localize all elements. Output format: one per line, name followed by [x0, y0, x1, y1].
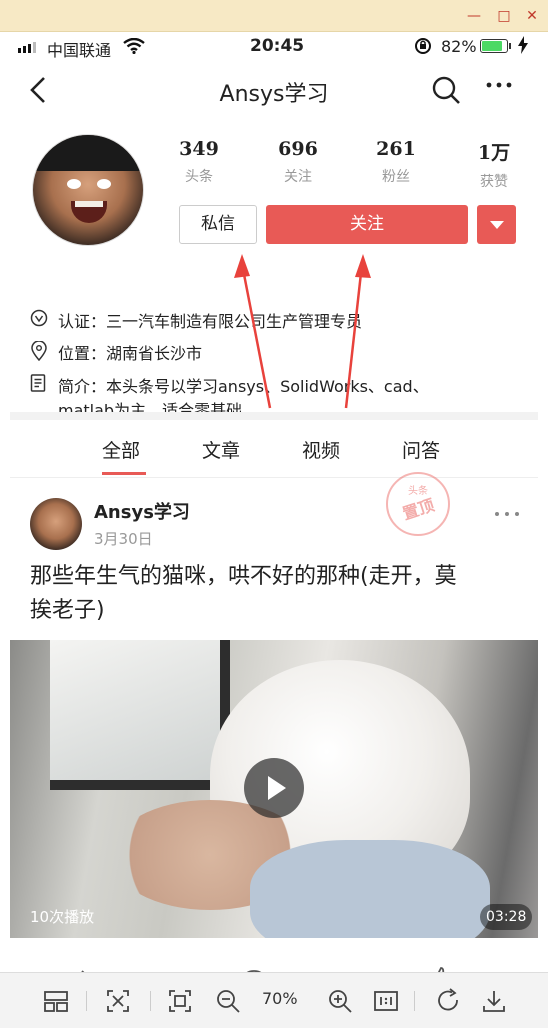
fit-width-icon[interactable] [104, 987, 132, 1015]
phone-screen: 中国联通 20:45 82% Ansys学习 349 头条 696 关注 261… [10, 32, 538, 972]
post-title-line2: 挨老子) [30, 598, 105, 623]
minimize-icon[interactable]: — [464, 6, 484, 26]
stat-label: 头条 [185, 169, 213, 185]
stat-value: 696 [278, 138, 318, 160]
stat-articles[interactable]: 349 头条 [159, 138, 239, 186]
tab-qa[interactable]: 问答 [402, 436, 440, 463]
intro-text-line1: 简介：本头条号以学习ansys、SolidWorks、cad、 [58, 377, 429, 396]
follow-button[interactable]: 关注 [266, 205, 468, 244]
post-date: 3月30日 [94, 530, 153, 548]
stat-value: 261 [376, 138, 416, 160]
post-card[interactable]: Ansys学习 3月30日 头条 置顶 那些年生气的猫咪，哄不好的那种(走开，莫… [10, 472, 538, 972]
stat-label: 关注 [284, 169, 312, 185]
verified-icon [30, 309, 48, 327]
certification-text: 认证：三一汽车制造有限公司生产管理专员 [58, 312, 363, 331]
stat-label: 粉丝 [382, 169, 410, 185]
stat-value: 1万 [477, 142, 511, 164]
download-icon[interactable] [480, 987, 508, 1015]
viewer-toolbar: 70% [0, 972, 548, 1028]
video-window-frame [50, 640, 230, 790]
video-views: 10次播放 [30, 908, 95, 926]
tab-videos[interactable]: 视频 [302, 436, 340, 463]
post-author-avatar[interactable] [30, 498, 82, 550]
post-title-line1: 那些年生气的猫咪，哄不好的那种(走开，莫 [30, 564, 457, 589]
play-icon[interactable] [244, 758, 304, 818]
message-button[interactable]: 私信 [179, 205, 257, 244]
video-duration: 03:28 [480, 904, 533, 930]
rotate-icon[interactable] [434, 987, 462, 1015]
charging-icon [518, 36, 528, 58]
video-sleeve [250, 840, 490, 938]
zoom-in-icon[interactable] [326, 987, 354, 1015]
window-title-bar: — □ ✕ [0, 0, 548, 32]
stat-followers[interactable]: 261 粉丝 [356, 138, 436, 186]
video-thumbnail[interactable]: 10次播放 03:28 [10, 640, 538, 938]
zoom-out-icon[interactable] [214, 987, 242, 1015]
actual-size-icon[interactable] [372, 987, 400, 1015]
post-author-name[interactable]: Ansys学习 [94, 498, 190, 524]
post-title[interactable]: 那些年生气的猫咪，哄不好的那种(走开，莫 挨老子) [30, 560, 520, 628]
stat-label: 获赞 [480, 174, 508, 190]
document-icon [30, 374, 48, 392]
profile-header: 349 头条 696 关注 261 粉丝 1万 获赞 私信 关注 认证：三一汽车… [10, 120, 538, 420]
maximize-icon[interactable]: □ [494, 6, 514, 26]
chevron-down-icon [490, 221, 504, 229]
follow-dropdown-button[interactable] [477, 205, 516, 244]
more-icon[interactable] [484, 70, 514, 107]
stat-likes[interactable]: 1万 获赞 [454, 138, 534, 191]
tab-articles[interactable]: 文章 [202, 436, 240, 463]
stat-following[interactable]: 696 关注 [258, 138, 338, 186]
post-actions: 转发 评论 8 [10, 948, 538, 972]
content-tabs: 全部 文章 视频 问答 [10, 420, 538, 478]
signal-icon [18, 42, 36, 53]
status-bar: 中国联通 20:45 82% [10, 32, 538, 62]
post-more-icon[interactable] [494, 500, 520, 525]
zoom-level: 70% [262, 989, 298, 1008]
section-divider [10, 412, 538, 420]
nav-bar: Ansys学习 [10, 62, 538, 120]
status-time: 20:45 [250, 36, 305, 56]
carrier-name: 中国联通 [47, 41, 112, 60]
active-tab-indicator [102, 472, 146, 475]
close-icon[interactable]: ✕ [522, 6, 542, 26]
stat-value: 349 [179, 138, 219, 160]
pinned-stamp: 头条 置顶 [386, 472, 450, 536]
layout-icon[interactable] [42, 987, 70, 1015]
battery-percent: 82% [441, 37, 477, 56]
battery-icon [480, 39, 508, 53]
location-pin-icon [30, 340, 48, 362]
battery-cap [509, 43, 511, 49]
avatar[interactable] [32, 134, 144, 246]
tab-all[interactable]: 全部 [102, 436, 140, 463]
wifi-icon [123, 37, 145, 58]
rotation-lock-icon [414, 37, 432, 59]
search-icon[interactable] [430, 74, 462, 110]
location-text: 位置：湖南省长沙市 [58, 344, 203, 363]
fit-page-icon[interactable] [166, 987, 194, 1015]
